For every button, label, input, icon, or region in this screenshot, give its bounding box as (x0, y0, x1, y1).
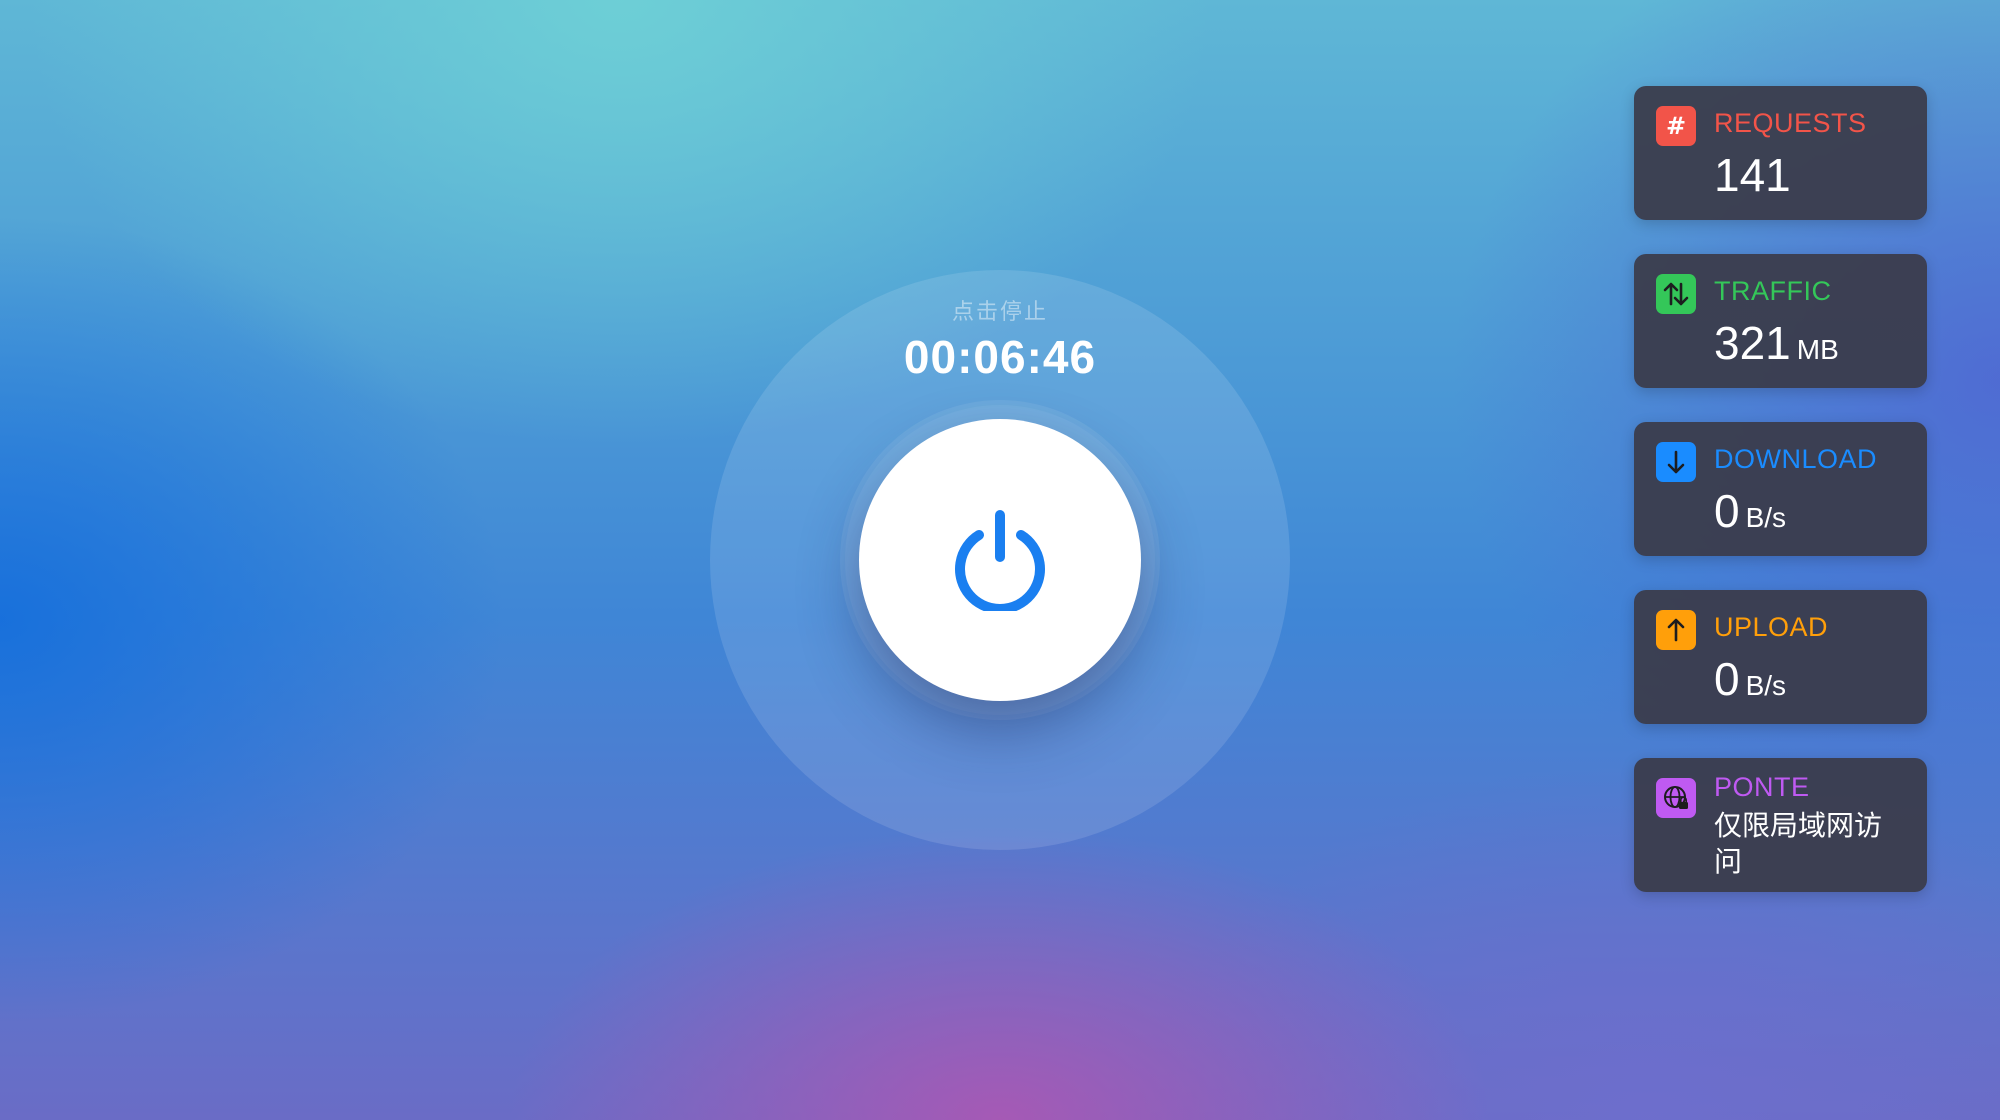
stat-card-upload: UPLOAD 0 B/s (1634, 590, 1927, 724)
stat-value-upload: 0 B/s (1714, 653, 1787, 705)
stat-label-traffic: TRAFFIC (1714, 276, 1832, 306)
arrow-up-icon (1656, 610, 1696, 650)
globe-lock-icon (1656, 778, 1696, 818)
power-icon (955, 510, 1045, 611)
arrows-up-down-icon (1656, 274, 1696, 314)
stat-card-download: DOWNLOAD 0 B/s (1634, 422, 1927, 556)
stat-card-requests: # REQUESTS 141 (1634, 86, 1927, 220)
stat-card-ponte[interactable]: PONTE 仅限局域网访问 (1634, 758, 1927, 892)
stat-card-traffic: TRAFFIC 321 MB (1634, 254, 1927, 388)
connection-timer: 00:06:46 (903, 331, 1097, 383)
stat-label-ponte: PONTE (1714, 772, 1810, 802)
stat-label-upload: UPLOAD (1714, 612, 1829, 642)
stat-label-requests: REQUESTS (1714, 108, 1867, 138)
stat-value-requests: 141 (1714, 149, 1791, 201)
stat-value-traffic: 321 MB (1714, 317, 1839, 369)
power-toggle-button[interactable] (859, 419, 1141, 701)
stat-label-download: DOWNLOAD (1714, 444, 1878, 474)
stat-value-download: 0 B/s (1714, 485, 1787, 537)
tap-to-stop-hint: 点击停止 (951, 300, 1048, 325)
hash-icon: # (1656, 106, 1696, 146)
arrow-down-icon (1656, 442, 1696, 482)
stat-value-ponte: 仅限局域网访问 (1714, 809, 1883, 878)
